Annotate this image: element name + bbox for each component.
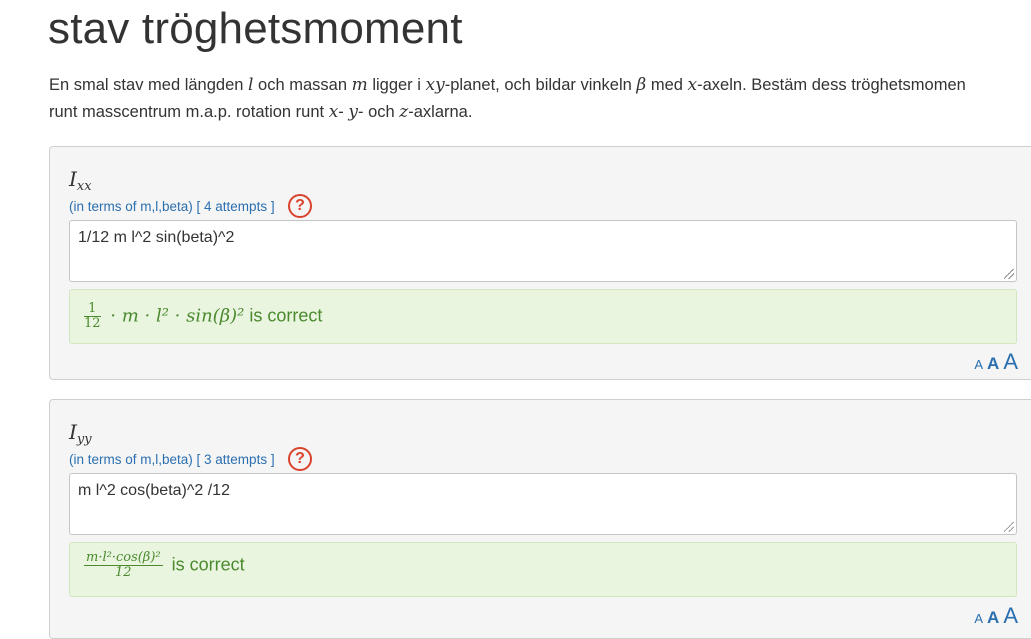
- help-icon[interactable]: ?: [288, 194, 312, 218]
- font-small-button[interactable]: A: [974, 611, 983, 626]
- question-label: Ixx: [69, 167, 92, 194]
- answer-value: m l^2 cos(beta)^2 /12: [78, 482, 230, 499]
- question-hint: (in terms of m,l,beta) [ 3 attempts ]: [69, 452, 275, 467]
- result-status: is correct: [244, 305, 323, 326]
- font-medium-button[interactable]: A: [987, 354, 999, 373]
- answer-value: 1/12 m l^2 sin(beta)^2: [78, 229, 235, 246]
- font-size-controls: AAA: [970, 603, 1018, 629]
- font-large-button[interactable]: A: [1003, 603, 1018, 628]
- question-label: Iyy: [69, 420, 92, 447]
- question-panel-iyy: Iyy (in terms of m,l,beta) [ 3 attempts …: [49, 399, 1031, 639]
- page-title: stav tröghetsmoment: [48, 4, 463, 53]
- font-size-controls: AAA: [970, 349, 1018, 375]
- resize-handle-icon[interactable]: [1004, 522, 1014, 532]
- problem-description: En smal stav med längden l och massan m …: [49, 72, 1031, 126]
- result-expression: · m · l² · sin(β)²: [104, 305, 245, 327]
- result-fraction: m·l²·cos(β)² 12: [84, 550, 163, 581]
- help-icon[interactable]: ?: [288, 447, 312, 471]
- question-hint: (in terms of m,l,beta) [ 4 attempts ]: [69, 199, 275, 214]
- answer-feedback: 1 12 · m · l² · sin(β)² is correct: [69, 289, 1017, 344]
- question-panel-ixx: Ixx (in terms of m,l,beta) [ 4 attempts …: [49, 146, 1031, 380]
- answer-input[interactable]: m l^2 cos(beta)^2 /12: [69, 473, 1017, 535]
- description-line-1: En smal stav med längden l och massan m …: [49, 75, 966, 95]
- description-line-2: runt masscentrum m.a.p. rotation runt x-…: [49, 102, 473, 122]
- font-large-button[interactable]: A: [1003, 349, 1018, 374]
- font-medium-button[interactable]: A: [987, 608, 999, 627]
- answer-input[interactable]: 1/12 m l^2 sin(beta)^2: [69, 220, 1017, 282]
- answer-feedback: m·l²·cos(β)² 12 is correct: [69, 542, 1017, 597]
- font-small-button[interactable]: A: [974, 357, 983, 372]
- result-fraction: 1 12: [84, 301, 101, 332]
- result-status: is correct: [166, 554, 245, 575]
- resize-handle-icon[interactable]: [1004, 269, 1014, 279]
